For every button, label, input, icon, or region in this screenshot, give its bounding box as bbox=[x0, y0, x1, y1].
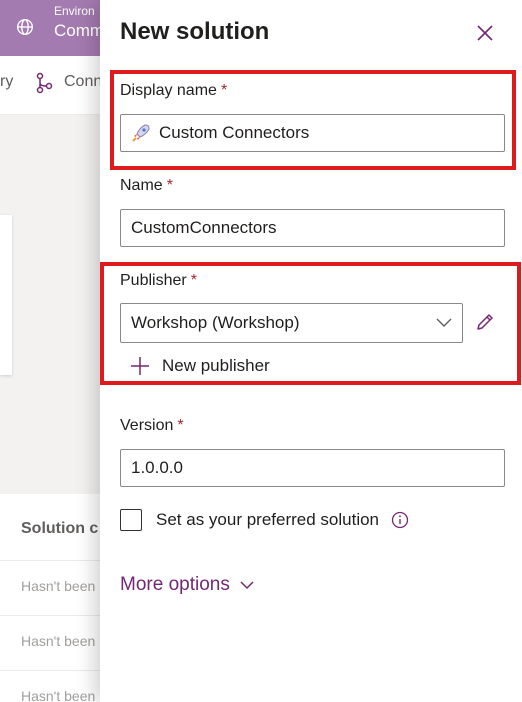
new-publisher-label: New publisher bbox=[162, 356, 270, 375]
close-button[interactable] bbox=[472, 20, 498, 46]
publisher-label: Publisher * bbox=[120, 272, 197, 290]
panel-title: New solution bbox=[120, 18, 270, 45]
version-value: 1.0.0.0 bbox=[131, 458, 183, 477]
more-options-label: More options bbox=[120, 574, 230, 595]
chevron-down-icon bbox=[436, 318, 452, 327]
list-column-header[interactable]: Solution c bbox=[21, 520, 98, 538]
version-input[interactable]: 1.0.0.0 bbox=[120, 449, 505, 487]
rocket-icon bbox=[132, 124, 150, 142]
more-options-button[interactable]: More options bbox=[120, 574, 254, 596]
display-name-label-text: Display name bbox=[120, 82, 217, 99]
environment-label: Environ bbox=[54, 4, 95, 18]
globe-icon bbox=[16, 18, 34, 36]
toolbar-item-connections[interactable]: Conn bbox=[64, 73, 102, 91]
new-solution-panel: New solution Display name * Custom Connec… bbox=[100, 0, 522, 702]
display-name-value: Custom Connectors bbox=[159, 123, 310, 142]
connection-icon bbox=[36, 72, 53, 94]
name-input[interactable]: CustomConnectors bbox=[120, 209, 505, 247]
name-value: CustomConnectors bbox=[131, 218, 277, 237]
display-name-input[interactable]: Custom Connectors bbox=[120, 114, 505, 152]
background-card bbox=[0, 215, 12, 375]
required-marker: * bbox=[220, 82, 228, 99]
preferred-solution-checkbox[interactable] bbox=[120, 509, 142, 531]
pencil-icon[interactable] bbox=[474, 311, 496, 333]
name-label-text: Name bbox=[120, 177, 163, 194]
chevron-down-icon bbox=[240, 580, 254, 589]
name-label: Name * bbox=[120, 177, 173, 195]
version-label-text: Version bbox=[120, 417, 174, 434]
required-marker: * bbox=[166, 177, 173, 194]
list-item-text: Hasn't been bbox=[21, 578, 96, 594]
version-label: Version * bbox=[120, 417, 184, 435]
list-item-text: Hasn't been bbox=[21, 633, 96, 649]
environment-name[interactable]: Comm bbox=[54, 21, 104, 41]
new-publisher-button[interactable]: New publisher bbox=[130, 356, 270, 376]
preferred-solution-row: Set as your preferred solution bbox=[120, 509, 409, 531]
required-marker: * bbox=[190, 272, 197, 289]
publisher-dropdown[interactable]: Workshop (Workshop) bbox=[120, 303, 463, 343]
display-name-label: Display name * bbox=[120, 82, 227, 100]
toolbar-item-history[interactable]: ry bbox=[0, 73, 13, 91]
publisher-value: Workshop (Workshop) bbox=[131, 313, 300, 332]
list-item-text: Hasn't been bbox=[21, 688, 96, 702]
close-icon bbox=[477, 25, 493, 41]
required-marker: * bbox=[177, 417, 184, 434]
preferred-solution-label: Set as your preferred solution bbox=[156, 510, 380, 529]
publisher-label-text: Publisher bbox=[120, 272, 187, 289]
info-icon[interactable] bbox=[391, 511, 409, 529]
plus-icon bbox=[131, 357, 149, 375]
